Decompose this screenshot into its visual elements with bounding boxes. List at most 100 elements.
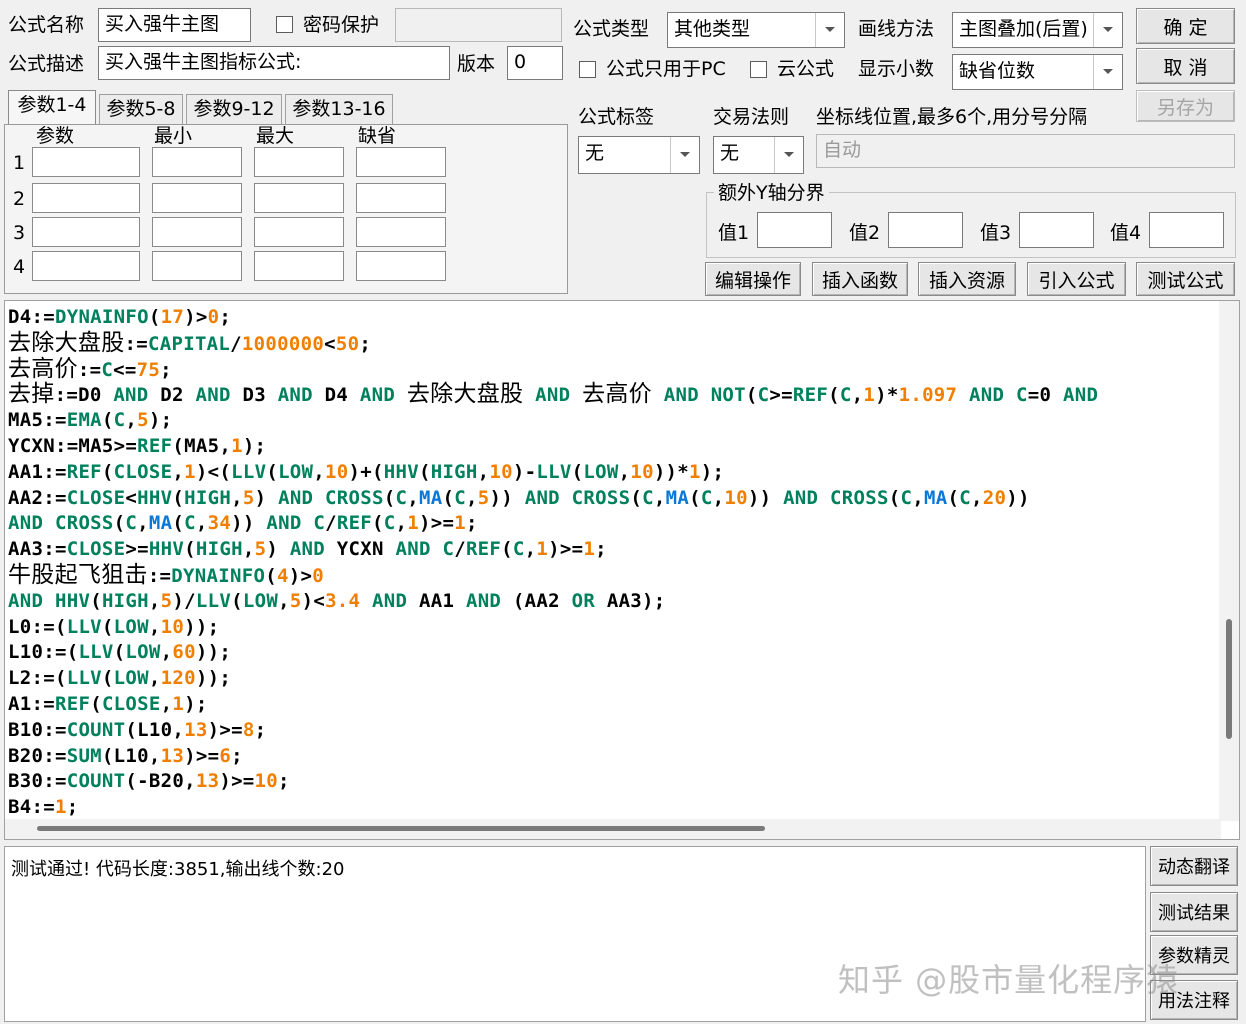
chevron-down-icon[interactable]: [670, 137, 699, 173]
vertical-scrollbar[interactable]: [1219, 301, 1239, 821]
code-token: (: [383, 486, 396, 509]
code-token: ,: [970, 486, 983, 509]
code-token: 10: [160, 615, 185, 638]
code-token: 5: [160, 589, 173, 612]
cancel-button[interactable]: 取 消: [1136, 48, 1235, 84]
tab-params-5-8[interactable]: 参数5-8: [99, 94, 183, 124]
description-input[interactable]: 买入强牛主图指标公式:: [98, 46, 450, 80]
code-token: REF: [54, 693, 91, 715]
param-max-input[interactable]: [254, 147, 344, 177]
password-checkbox[interactable]: [276, 16, 293, 33]
import-formula-button[interactable]: 引入公式: [1027, 262, 1126, 296]
pc-only-checkbox[interactable]: [579, 61, 596, 78]
scroll-thumb[interactable]: [1226, 619, 1232, 739]
param-default-input[interactable]: [356, 183, 446, 213]
y-value-2-input[interactable]: [888, 212, 963, 248]
version-input[interactable]: 0: [507, 46, 563, 80]
code-token: 10: [254, 770, 279, 793]
param-name-input[interactable]: [32, 147, 140, 177]
trade-rule-select[interactable]: 无: [713, 136, 804, 174]
cloud-checkbox[interactable]: [750, 61, 767, 78]
draw-method-select[interactable]: 主图叠加(后置): [952, 12, 1123, 48]
param-min-input[interactable]: [152, 251, 242, 281]
code-editor[interactable]: D4:=DYNAINFO(17)>0; 去除大盘股:=CAPITAL/100000…: [4, 300, 1240, 840]
scroll-thumb[interactable]: [37, 826, 765, 831]
formula-name-label: 公式名称: [8, 14, 85, 36]
param-max-input[interactable]: [254, 251, 344, 281]
code-token: REF: [137, 435, 173, 457]
param-default-input[interactable]: [356, 217, 446, 247]
save-as-button[interactable]: 另存为: [1136, 90, 1235, 122]
y-axis-group-label: 额外Y轴分界: [714, 181, 829, 205]
code-token: ,: [278, 589, 290, 612]
chevron-down-icon[interactable]: [1093, 13, 1122, 47]
param-header-name: 参数: [36, 125, 75, 147]
tab-params-9-12[interactable]: 参数9-12: [186, 94, 282, 124]
axis-position-input[interactable]: 自动: [816, 134, 1235, 168]
password-input[interactable]: [395, 8, 562, 42]
chevron-down-icon[interactable]: [774, 137, 803, 173]
code-token: 10: [325, 460, 349, 483]
code-token: ): [254, 486, 279, 509]
code-token: AND: [372, 589, 408, 612]
param-min-input[interactable]: [152, 183, 242, 213]
formula-name-input[interactable]: 买入强牛主图: [98, 8, 251, 42]
code-token: MA5:=: [8, 409, 67, 432]
code-token: HHV: [137, 486, 173, 509]
insert-resource-button[interactable]: 插入资源: [918, 262, 1016, 296]
code-token: AND: [524, 486, 560, 509]
code-token: 5: [289, 589, 302, 612]
code-token: )>: [288, 565, 313, 587]
code-token: A1:=: [8, 693, 55, 715]
code-token: 6: [219, 744, 232, 767]
y-value-1-input[interactable]: [757, 212, 832, 248]
ok-button[interactable]: 确 定: [1136, 8, 1235, 44]
code-token: 13: [160, 744, 185, 767]
code-line: AA3:=CLOSE>=HHV(HIGH,5) AND YCXN AND C/R…: [8, 536, 607, 562]
decimals-select[interactable]: 缺省位数: [952, 54, 1123, 90]
code-token: OR: [571, 589, 596, 612]
chevron-down-icon[interactable]: [1093, 55, 1122, 89]
param-min-input[interactable]: [152, 217, 242, 247]
param-default-input[interactable]: [356, 147, 446, 177]
tab-params-13-16[interactable]: 参数13-16: [285, 94, 393, 124]
param-row-number: 4: [13, 256, 26, 278]
decimals-value: 缺省位数: [959, 60, 1036, 82]
param-max-input[interactable]: [254, 217, 344, 247]
code-token: )>=: [207, 718, 243, 741]
insert-function-button[interactable]: 插入函数: [812, 262, 908, 296]
param-min-input[interactable]: [152, 147, 242, 177]
param-max-input[interactable]: [254, 183, 344, 213]
code-token: )<: [301, 589, 326, 612]
code-token: SUM: [66, 744, 102, 767]
code-token: C: [757, 384, 770, 407]
param-name-input[interactable]: [32, 183, 140, 213]
formula-tag-select[interactable]: 无: [578, 136, 700, 174]
tab-params-1-4[interactable]: 参数1-4: [8, 90, 96, 124]
dynamic-translate-button[interactable]: 动态翻译: [1150, 846, 1238, 886]
code-token: AND: [266, 512, 302, 535]
edit-operations-button[interactable]: 编辑操作: [705, 262, 801, 296]
code-token: 0: [312, 565, 324, 587]
test-formula-button[interactable]: 测试公式: [1136, 262, 1235, 296]
code-token: 3.4: [325, 589, 361, 612]
code-line: 去掉:=D0 AND D2 AND D3 AND D4 AND 去除大盘股 AN…: [8, 381, 1098, 407]
horizontal-scrollbar[interactable]: [5, 819, 1221, 839]
formula-type-select[interactable]: 其他类型: [667, 12, 845, 48]
param-name-input[interactable]: [32, 217, 140, 247]
code-token: (: [101, 409, 114, 432]
code-token: C: [642, 486, 654, 509]
code-line: 去高价:=C<=75;: [8, 356, 172, 382]
code-token: ,: [912, 486, 924, 509]
chevron-down-icon[interactable]: [815, 13, 844, 47]
test-result-button[interactable]: 测试结果: [1150, 892, 1238, 932]
y-value-4-input[interactable]: [1149, 212, 1224, 248]
param-name-input[interactable]: [32, 251, 140, 281]
code-token: 20: [982, 486, 1007, 509]
code-token: <: [324, 332, 336, 355]
y-value-3-input[interactable]: [1019, 212, 1094, 248]
param-default-input[interactable]: [356, 251, 446, 281]
